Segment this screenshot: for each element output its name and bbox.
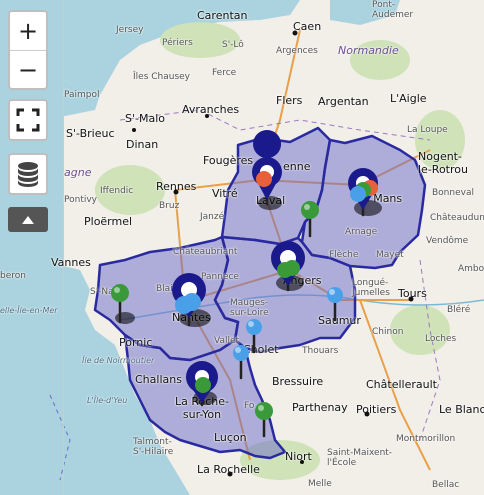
- layers-button[interactable]: [8, 153, 48, 195]
- pin-lightblue-cholet: [246, 319, 262, 335]
- pin-lightblue-vallet: [233, 345, 249, 361]
- fullscreen-button[interactable]: [8, 99, 48, 141]
- map-view[interactable]: Normandie Carentan Caen Pont- Audemer Je…: [0, 0, 484, 495]
- cluster-laval: [252, 130, 282, 200]
- zoom-control: + −: [8, 10, 48, 90]
- pin-green-fontenay: [255, 402, 273, 420]
- pin-lightblue-saumur: [327, 287, 343, 303]
- marker-layer: [111, 30, 414, 477]
- zoom-in-button[interactable]: +: [10, 12, 46, 51]
- zoom-out-button[interactable]: −: [10, 51, 46, 89]
- pin-green-mayenne: [301, 201, 319, 219]
- database-icon: [18, 162, 38, 187]
- collapse-button[interactable]: [8, 207, 48, 232]
- fullscreen-icon: [16, 108, 40, 132]
- triangle-up-icon: [22, 215, 34, 224]
- pin-green-st-nazaire: [111, 284, 129, 302]
